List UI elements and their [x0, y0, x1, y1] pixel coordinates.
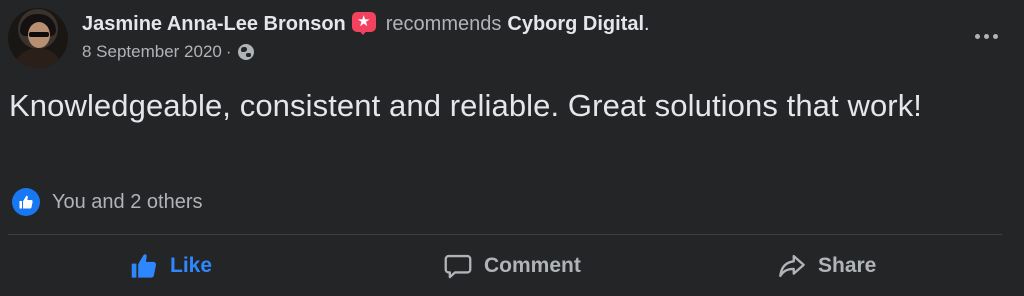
globe-icon[interactable] [237, 44, 254, 60]
share-arrow-icon [778, 252, 806, 280]
like-button[interactable]: Like [8, 240, 354, 292]
reactions-summary[interactable]: You and 2 others [12, 188, 203, 216]
more-options-button[interactable] [968, 22, 1004, 50]
post-title-line: Jasmine Anna-Lee Bronson ★ recommends Cy… [82, 12, 650, 36]
comment-label: Comment [484, 254, 581, 277]
more-options-icon [974, 33, 980, 39]
thumbs-up-icon [130, 252, 158, 280]
like-label: Like [170, 254, 213, 277]
comment-button[interactable]: Comment [354, 240, 668, 292]
reaction-count-text: You and 2 others [52, 190, 203, 213]
share-label: Share [818, 254, 877, 277]
divider [8, 234, 1002, 235]
post-header: Jasmine Anna-Lee Bronson ★ recommends Cy… [8, 8, 1008, 72]
author-name[interactable]: Jasmine Anna-Lee Bronson [82, 13, 346, 36]
post-meta: Jasmine Anna-Lee Bronson ★ recommends Cy… [82, 8, 650, 62]
recommends-text: recommends [385, 12, 502, 35]
post-actions: Like Comment Share [8, 240, 1002, 292]
title-end-punct: . [644, 12, 650, 35]
avatar[interactable] [8, 8, 68, 68]
recommend-star-icon: ★ [351, 12, 376, 36]
post-subline: 8 September 2020 · [82, 42, 650, 62]
like-icon [12, 188, 40, 216]
post-text: Knowledgeable, consistent and reliable. … [9, 88, 923, 123]
date-separator: · [225, 42, 232, 61]
post-date[interactable]: 8 September 2020 [82, 42, 222, 62]
share-button[interactable]: Share [668, 240, 1002, 292]
comment-bubble-icon [444, 252, 472, 280]
post-card: Jasmine Anna-Lee Bronson ★ recommends Cy… [0, 0, 1024, 296]
page-name-link[interactable]: Cyborg Digital [507, 13, 644, 36]
